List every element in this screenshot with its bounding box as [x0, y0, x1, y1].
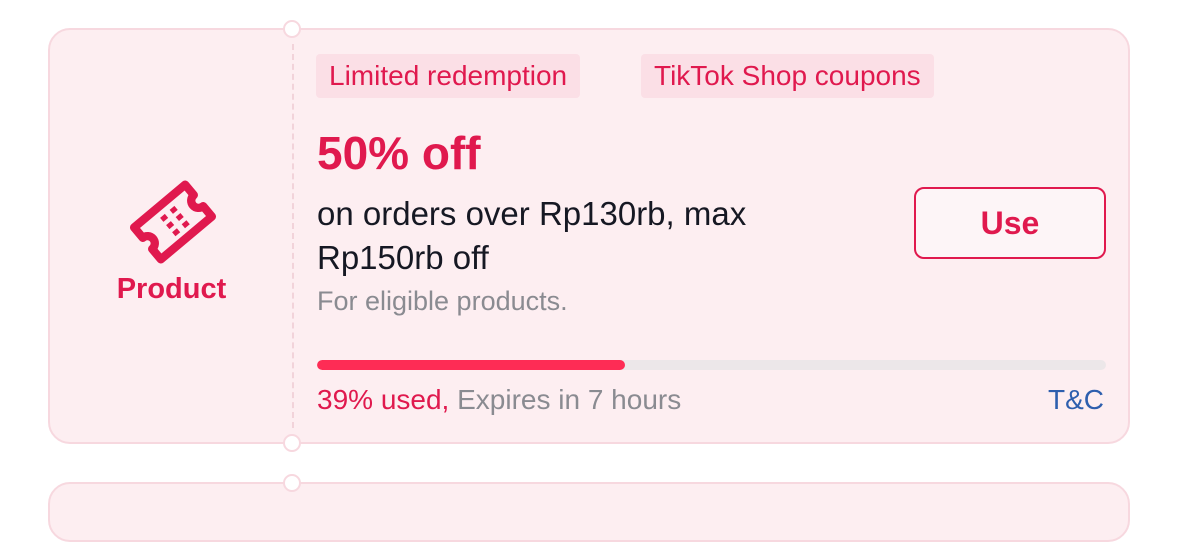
coupon-notch-top [283, 474, 301, 492]
discount-title: 50% off [317, 127, 481, 179]
coupon-card: Product Limited redemption TikTok Shop c… [48, 20, 1130, 452]
tag-limited-redemption: Limited redemption [316, 54, 581, 98]
usage-progress-bar [317, 360, 1106, 370]
tag-tiktok-shop-coupons: TikTok Shop coupons [641, 54, 934, 98]
usage-status: 39% used, Expires in 7 hours [317, 384, 681, 416]
next-coupon-card [48, 474, 1130, 542]
coupon-type-label: Product [116, 273, 227, 305]
usage-progress-fill [317, 360, 625, 370]
coupon-type-panel: Product [50, 30, 293, 442]
eligibility-text: For eligible products. [317, 286, 568, 316]
use-button[interactable]: Use [914, 187, 1106, 259]
terms-link[interactable]: T&C [1048, 384, 1104, 416]
discount-condition: on orders over Rp130rb, max Rp150rb off [317, 195, 747, 276]
used-percentage: 39% used, [317, 384, 450, 415]
ticket-icon [121, 170, 225, 274]
expiry-text: Expires in 7 hours [457, 384, 682, 415]
